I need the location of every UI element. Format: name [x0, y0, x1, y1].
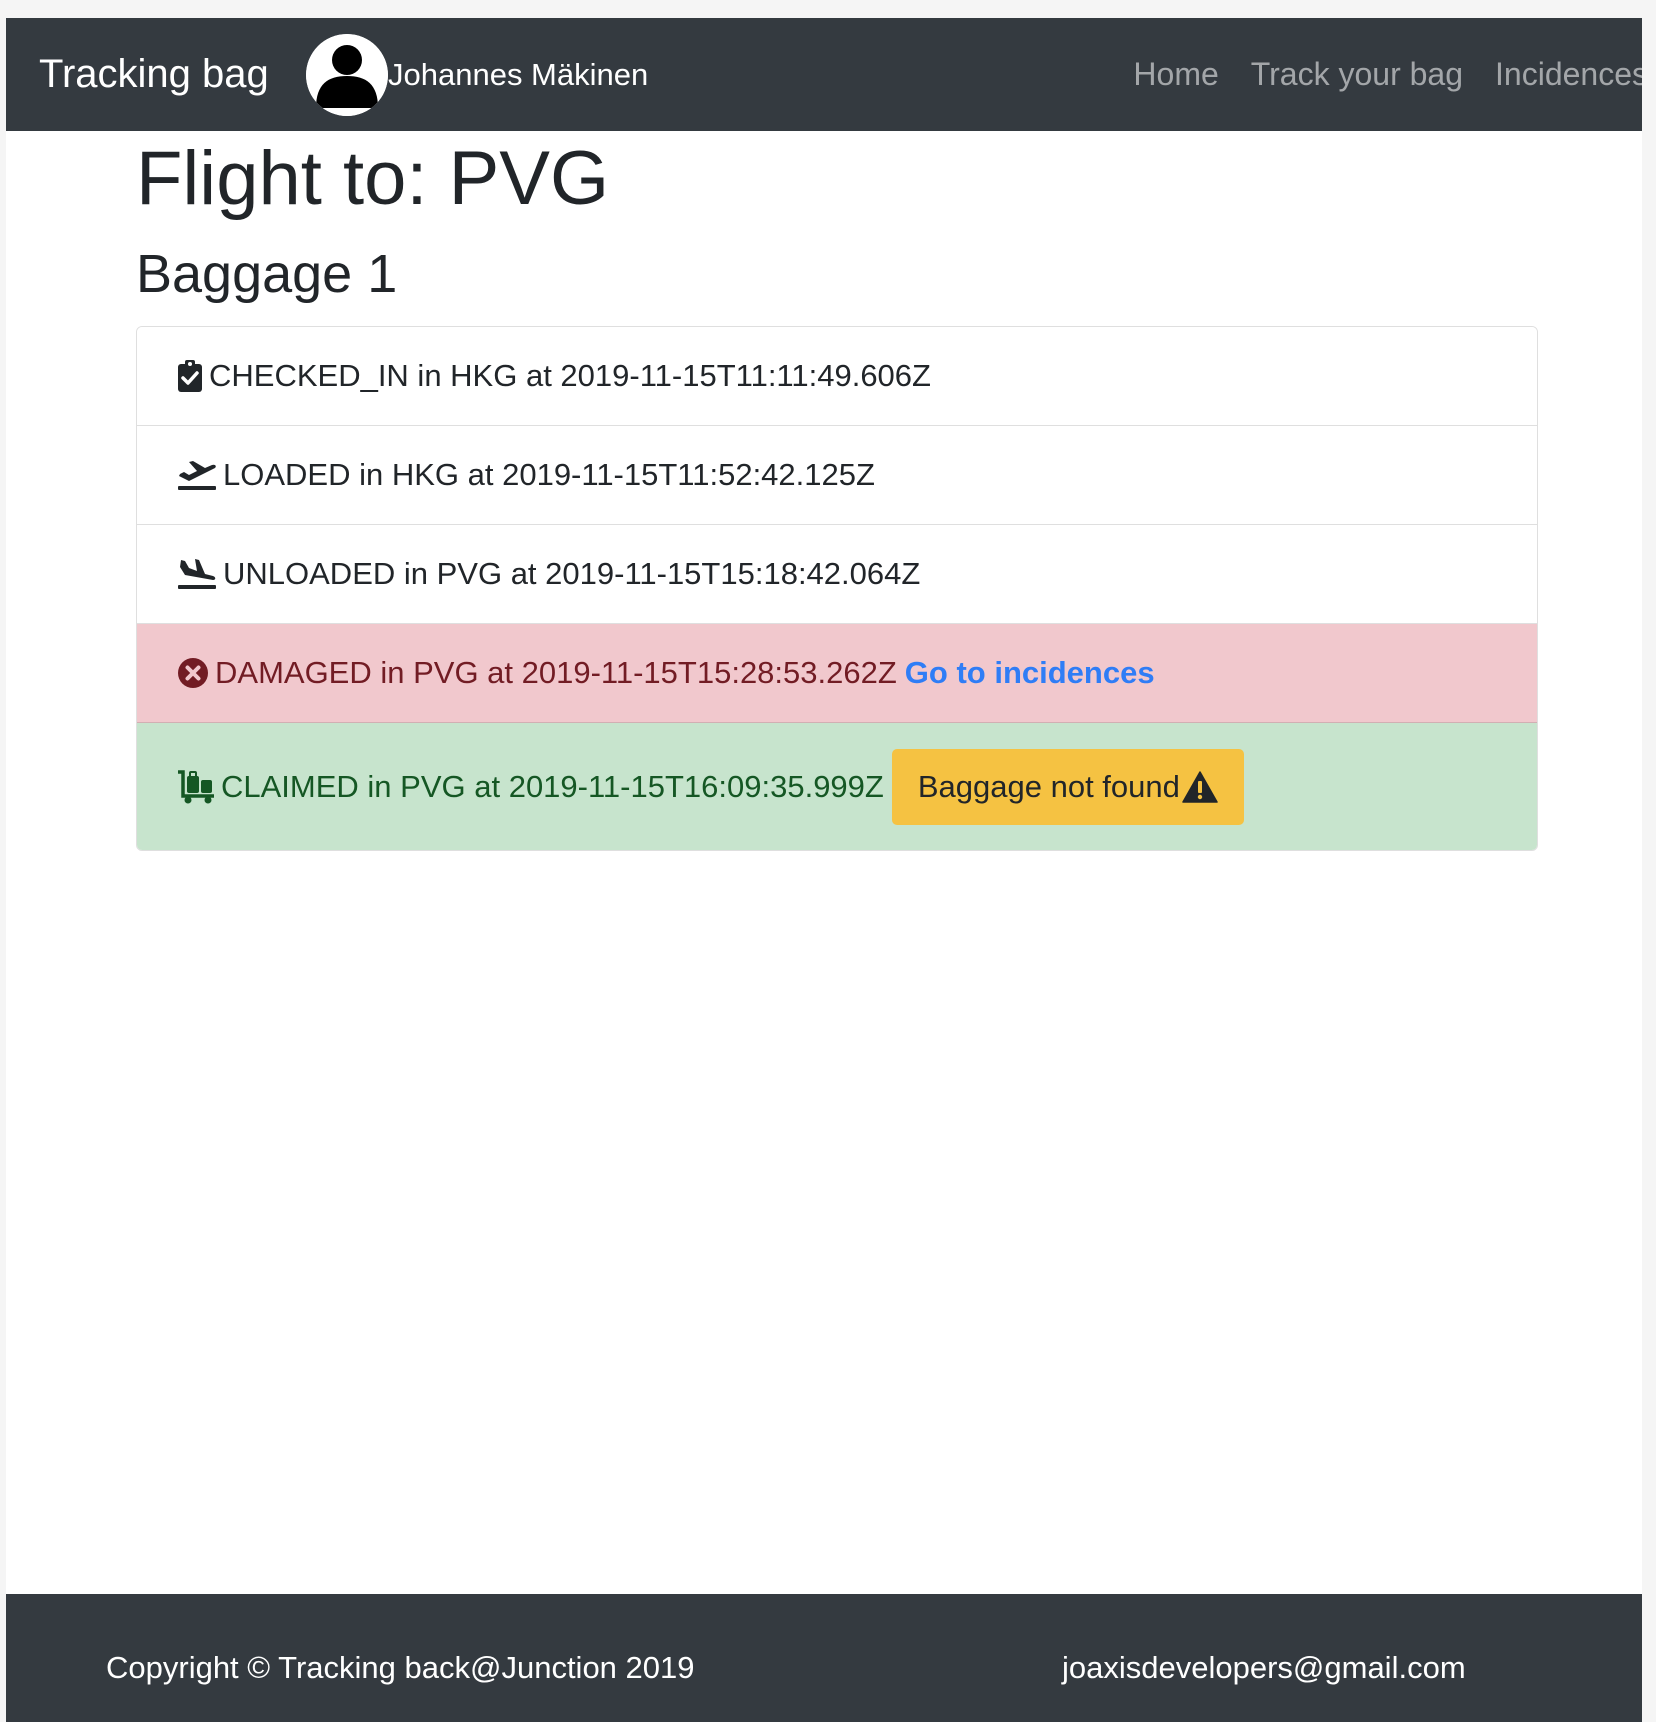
nav-link-home[interactable]: Home	[1133, 56, 1218, 93]
event-text: CHECKED_IN in HKG at 2019-11-15T11:11:49…	[209, 358, 931, 393]
nav-link-incidences[interactable]: Incidences	[1495, 56, 1642, 93]
footer: Copyright © Tracking back@Junction 2019 …	[6, 1594, 1642, 1722]
navbar: Tracking bag Johannes Mäkinen Home Track…	[6, 18, 1642, 131]
main-content: Flight to: PVG Baggage 1 CHECKED_IN in H…	[136, 131, 1538, 851]
event-claimed: CLAIMED in PVG at 2019-11-15T16:09:35.99…	[137, 723, 1537, 850]
clipboard-check-icon	[177, 360, 203, 392]
go-to-incidences-link[interactable]: Go to incidences	[905, 655, 1155, 691]
plane-arrival-icon	[177, 558, 217, 590]
warning-triangle-icon	[1182, 770, 1218, 803]
event-unloaded: UNLOADED in PVG at 2019-11-15T15:18:42.0…	[137, 525, 1537, 624]
footer-copyright: Copyright © Tracking back@Junction 2019	[106, 1650, 695, 1685]
plane-departure-icon	[177, 459, 217, 491]
event-text: UNLOADED in PVG at 2019-11-15T15:18:42.0…	[223, 556, 921, 591]
brand-link[interactable]: Tracking bag	[39, 18, 269, 131]
user-avatar-icon[interactable]	[306, 34, 388, 116]
event-damaged: DAMAGED in PVG at 2019-11-15T15:28:53.26…	[137, 624, 1537, 723]
baggage-events-list: CHECKED_IN in HKG at 2019-11-15T11:11:49…	[136, 326, 1538, 851]
browser-viewport: Tracking bag Johannes Mäkinen Home Track…	[6, 18, 1642, 1722]
user-name: Johannes Mäkinen	[388, 57, 649, 92]
luggage-cart-icon	[177, 769, 215, 804]
event-text: DAMAGED in PVG at 2019-11-15T15:28:53.26…	[215, 655, 897, 690]
nav-link-track-your-bag[interactable]: Track your bag	[1251, 56, 1463, 93]
baggage-not-found-button[interactable]: Baggage not found	[891, 748, 1244, 825]
flight-title: Flight to: PVG	[136, 136, 610, 221]
event-text: LOADED in HKG at 2019-11-15T11:52:42.125…	[223, 457, 875, 492]
baggage-not-found-label: Baggage not found	[917, 768, 1180, 804]
times-circle-icon	[177, 657, 209, 689]
event-loaded: LOADED in HKG at 2019-11-15T11:52:42.125…	[137, 426, 1537, 525]
event-checked-in: CHECKED_IN in HKG at 2019-11-15T11:11:49…	[137, 327, 1537, 426]
nav-links: Home Track your bag Incidences	[1101, 18, 1642, 131]
event-text: CLAIMED in PVG at 2019-11-15T16:09:35.99…	[221, 768, 884, 804]
baggage-title: Baggage 1	[136, 244, 398, 304]
footer-email: joaxisdevelopers@gmail.com	[1062, 1650, 1466, 1685]
